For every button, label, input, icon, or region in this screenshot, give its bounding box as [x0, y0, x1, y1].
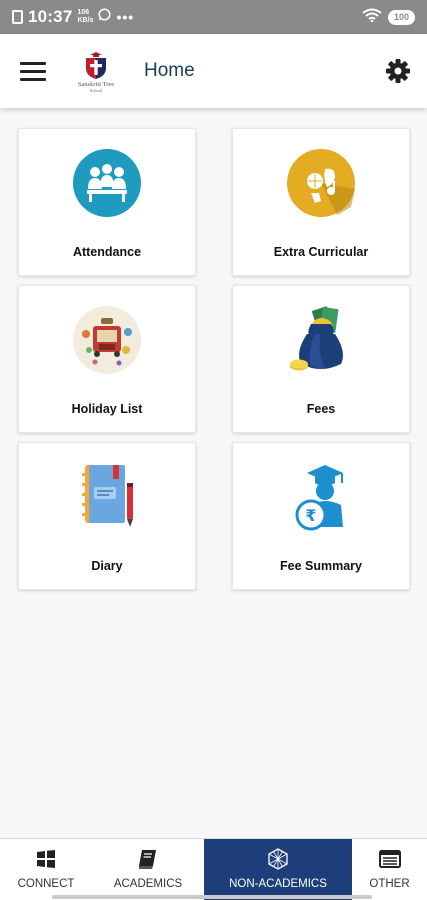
- card-label: Holiday List: [71, 402, 143, 416]
- network-speed-value: 106: [77, 9, 90, 16]
- fee-summary-icon: ₹: [295, 465, 343, 531]
- network-speed: 106 KB/s: [77, 9, 93, 25]
- crest-icon: [86, 51, 106, 79]
- home-grid: Attendance Extra Curricular Holiday List…: [18, 128, 410, 590]
- gesture-bar[interactable]: [52, 895, 372, 899]
- page-title: Home: [144, 60, 195, 81]
- card-label: Fee Summary: [280, 559, 362, 573]
- logo-name: Sanskriti Tree: [77, 80, 115, 88]
- battery-icon: 100: [387, 9, 415, 25]
- extra-curricular-icon: [287, 149, 355, 217]
- whatsapp-icon: [98, 8, 111, 26]
- holiday-list-card[interactable]: Holiday List: [18, 285, 196, 433]
- status-time: 10:37: [28, 7, 73, 26]
- fee-summary-card[interactable]: ₹ Fee Summary: [232, 442, 410, 590]
- svg-text:₹: ₹: [305, 506, 316, 525]
- polygon-icon: [268, 848, 288, 870]
- nav-label: NON-ACADEMICS: [229, 878, 327, 890]
- sim-icon: [12, 10, 23, 24]
- card-label: Attendance: [72, 245, 142, 259]
- diary-card[interactable]: Diary: [18, 442, 196, 590]
- school-logo: Sanskriti Tree School: [66, 50, 126, 93]
- logo-subtitle: School: [89, 87, 103, 93]
- holiday-list-icon: [73, 306, 141, 374]
- nav-label: OTHER: [369, 878, 410, 890]
- card-label: Diary: [91, 559, 123, 573]
- nav-non-academics[interactable]: NON-ACADEMICS: [204, 839, 352, 900]
- extra-curricular-card[interactable]: Extra Curricular: [232, 128, 410, 276]
- attendance-card[interactable]: Attendance: [18, 128, 196, 276]
- nav-connect[interactable]: CONNECT: [0, 839, 92, 900]
- wifi-icon: [362, 8, 382, 27]
- status-bar: 10:37 106 KB/s ••• 100: [0, 0, 427, 34]
- diary-icon: [82, 465, 133, 527]
- network-speed-unit: KB/s: [77, 17, 94, 24]
- list-window-icon: [378, 850, 401, 868]
- nav-academics[interactable]: ACADEMICS: [92, 839, 204, 900]
- gear-icon[interactable]: [385, 58, 411, 84]
- card-label: Extra Curricular: [273, 245, 369, 259]
- nav-other[interactable]: OTHER: [352, 839, 427, 900]
- attendance-icon: [73, 149, 141, 217]
- card-label: Fees: [306, 402, 336, 416]
- nav-label: ACADEMICS: [113, 878, 183, 890]
- bottom-nav: CONNECT ACADEMICS NON-ACADEMICS OTHER: [0, 838, 427, 900]
- fees-card[interactable]: Fees: [232, 285, 410, 433]
- windows-grid-icon: [37, 850, 55, 868]
- more-notifications-icon: •••: [116, 9, 135, 25]
- fees-icon: [290, 306, 343, 371]
- book-icon: [139, 850, 156, 869]
- hamburger-icon[interactable]: [20, 57, 46, 86]
- app-header: Sanskriti Tree School Home: [0, 34, 427, 108]
- nav-label: CONNECT: [17, 878, 75, 890]
